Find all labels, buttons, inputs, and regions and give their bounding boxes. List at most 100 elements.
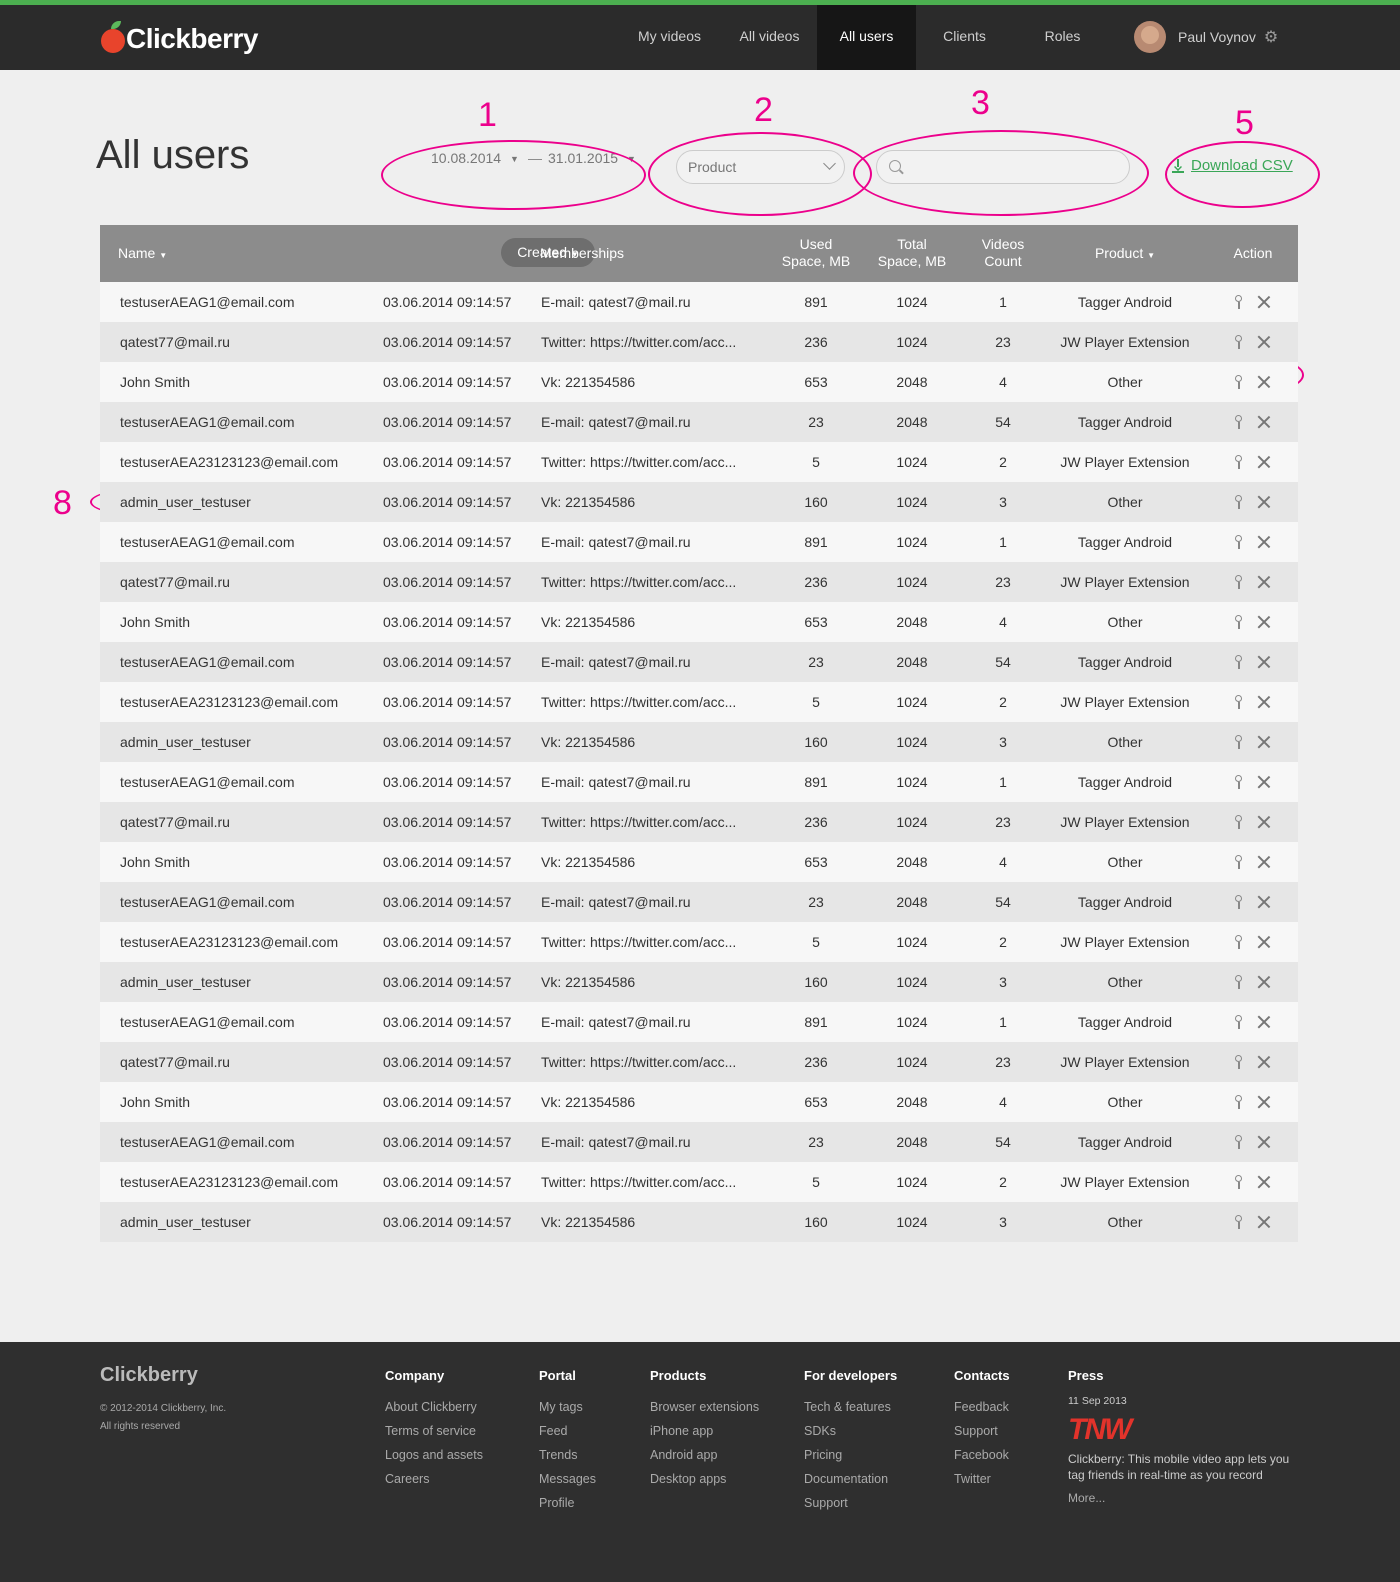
footer-link[interactable]: Profile — [539, 1491, 596, 1515]
cell-name[interactable]: testuserAEAG1@email.com — [120, 882, 295, 922]
key-icon[interactable] — [1234, 455, 1242, 469]
table-row[interactable]: admin_user_testuser 03.06.2014 09:14:57 Vk… — [100, 722, 1298, 762]
key-icon[interactable] — [1234, 815, 1242, 829]
nav-all-users[interactable]: All users — [817, 5, 916, 70]
delete-icon[interactable] — [1256, 374, 1272, 390]
table-row[interactable]: admin_user_testuser 03.06.2014 09:14:57 Vk… — [100, 1202, 1298, 1242]
nav-clients[interactable]: Clients — [918, 5, 1011, 70]
delete-icon[interactable] — [1256, 934, 1272, 950]
key-icon[interactable] — [1234, 1215, 1242, 1229]
delete-icon[interactable] — [1256, 894, 1272, 910]
cell-name[interactable]: admin_user_testuser — [120, 482, 251, 522]
delete-icon[interactable] — [1256, 734, 1272, 750]
delete-icon[interactable] — [1256, 1174, 1272, 1190]
key-icon[interactable] — [1234, 335, 1242, 349]
cell-name[interactable]: testuserAEAG1@email.com — [120, 402, 295, 442]
table-row[interactable]: testuserAEA23123123@email.com 03.06.2014 … — [100, 1162, 1298, 1202]
table-row[interactable]: testuserAEAG1@email.com 03.06.2014 09:14:… — [100, 522, 1298, 562]
delete-icon[interactable] — [1256, 814, 1272, 830]
key-icon[interactable] — [1234, 295, 1242, 309]
col-name-header[interactable]: Name ▼ — [118, 245, 167, 264]
table-row[interactable]: testuserAEAG1@email.com 03.06.2014 09:14:… — [100, 762, 1298, 802]
footer-link[interactable]: Messages — [539, 1467, 596, 1491]
cell-name[interactable]: testuserAEAG1@email.com — [120, 1002, 295, 1042]
delete-icon[interactable] — [1256, 294, 1272, 310]
footer-link[interactable]: Trends — [539, 1443, 596, 1467]
table-row[interactable]: testuserAEAG1@email.com 03.06.2014 09:14:… — [100, 882, 1298, 922]
cell-name[interactable]: testuserAEAG1@email.com — [120, 762, 295, 802]
cell-name[interactable]: qatest77@mail.ru — [120, 322, 230, 362]
delete-icon[interactable] — [1256, 774, 1272, 790]
cell-name[interactable]: John Smith — [120, 362, 190, 402]
nav-all-videos[interactable]: All videos — [723, 5, 816, 70]
table-row[interactable]: qatest77@mail.ru 03.06.2014 09:14:57 Twitt… — [100, 322, 1298, 362]
footer-link[interactable]: Terms of service — [385, 1419, 483, 1443]
table-row[interactable]: testuserAEAG1@email.com 03.06.2014 09:14:… — [100, 402, 1298, 442]
key-icon[interactable] — [1234, 375, 1242, 389]
footer-link[interactable]: iPhone app — [650, 1419, 759, 1443]
cell-name[interactable]: admin_user_testuser — [120, 1202, 251, 1242]
delete-icon[interactable] — [1256, 534, 1272, 550]
cell-name[interactable]: testuserAEA23123123@email.com — [120, 442, 338, 482]
footer-link[interactable]: Careers — [385, 1467, 483, 1491]
footer-link[interactable]: My tags — [539, 1395, 596, 1419]
table-row[interactable]: John Smith 03.06.2014 09:14:57 Vk: 2213545… — [100, 362, 1298, 402]
key-icon[interactable] — [1234, 655, 1242, 669]
table-row[interactable]: testuserAEAG1@email.com 03.06.2014 09:14:… — [100, 282, 1298, 322]
cell-name[interactable]: testuserAEAG1@email.com — [120, 522, 295, 562]
cell-name[interactable]: testuserAEAG1@email.com — [120, 1122, 295, 1162]
delete-icon[interactable] — [1256, 334, 1272, 350]
cell-name[interactable]: testuserAEA23123123@email.com — [120, 922, 338, 962]
footer-link[interactable]: SDKs — [804, 1419, 897, 1443]
delete-icon[interactable] — [1256, 454, 1272, 470]
cell-name[interactable]: John Smith — [120, 842, 190, 882]
key-icon[interactable] — [1234, 775, 1242, 789]
key-icon[interactable] — [1234, 975, 1242, 989]
key-icon[interactable] — [1234, 895, 1242, 909]
delete-icon[interactable] — [1256, 414, 1272, 430]
table-row[interactable]: admin_user_testuser 03.06.2014 09:14:57 Vk… — [100, 962, 1298, 1002]
press-headline[interactable]: Clickberry: This mobile video app lets y… — [1068, 1451, 1300, 1483]
press-more-link[interactable]: More... — [1068, 1491, 1300, 1505]
key-icon[interactable] — [1234, 1015, 1242, 1029]
delete-icon[interactable] — [1256, 614, 1272, 630]
key-icon[interactable] — [1234, 695, 1242, 709]
footer-link[interactable]: About Clickberry — [385, 1395, 483, 1419]
footer-link[interactable]: Browser extensions — [650, 1395, 759, 1419]
footer-link[interactable]: Support — [954, 1419, 1010, 1443]
table-row[interactable]: John Smith 03.06.2014 09:14:57 Vk: 2213545… — [100, 842, 1298, 882]
table-row[interactable]: testuserAEA23123123@email.com 03.06.2014 … — [100, 442, 1298, 482]
brand-logo[interactable]: Clickberry — [101, 19, 258, 59]
key-icon[interactable] — [1234, 1175, 1242, 1189]
table-row[interactable]: testuserAEAG1@email.com 03.06.2014 09:14:… — [100, 1002, 1298, 1042]
cell-name[interactable]: testuserAEA23123123@email.com — [120, 682, 338, 722]
footer-link[interactable]: Feed — [539, 1419, 596, 1443]
key-icon[interactable] — [1234, 1055, 1242, 1069]
table-row[interactable]: John Smith 03.06.2014 09:14:57 Vk: 2213545… — [100, 1082, 1298, 1122]
table-row[interactable]: testuserAEAG1@email.com 03.06.2014 09:14:… — [100, 642, 1298, 682]
delete-icon[interactable] — [1256, 1134, 1272, 1150]
cell-name[interactable]: testuserAEAG1@email.com — [120, 282, 295, 322]
cell-name[interactable]: qatest77@mail.ru — [120, 802, 230, 842]
table-row[interactable]: admin_user_testuser 03.06.2014 09:14:57 Vk… — [100, 482, 1298, 522]
gear-icon[interactable]: ⚙ — [1264, 27, 1278, 47]
key-icon[interactable] — [1234, 855, 1242, 869]
key-icon[interactable] — [1234, 535, 1242, 549]
delete-icon[interactable] — [1256, 1014, 1272, 1030]
table-row[interactable]: testuserAEA23123123@email.com 03.06.2014 … — [100, 922, 1298, 962]
nav-roles[interactable]: Roles — [1016, 5, 1109, 70]
delete-icon[interactable] — [1256, 854, 1272, 870]
cell-name[interactable]: admin_user_testuser — [120, 722, 251, 762]
footer-link[interactable]: Pricing — [804, 1443, 897, 1467]
table-row[interactable]: qatest77@mail.ru 03.06.2014 09:14:57 Twitt… — [100, 802, 1298, 842]
key-icon[interactable] — [1234, 615, 1242, 629]
cell-name[interactable]: testuserAEAG1@email.com — [120, 642, 295, 682]
key-icon[interactable] — [1234, 1095, 1242, 1109]
footer-link[interactable]: Facebook — [954, 1443, 1010, 1467]
footer-link[interactable]: Twitter — [954, 1467, 1010, 1491]
table-row[interactable]: John Smith 03.06.2014 09:14:57 Vk: 2213545… — [100, 602, 1298, 642]
footer-link[interactable]: Android app — [650, 1443, 759, 1467]
delete-icon[interactable] — [1256, 654, 1272, 670]
cell-name[interactable]: qatest77@mail.ru — [120, 1042, 230, 1082]
footer-link[interactable]: Documentation — [804, 1467, 897, 1491]
